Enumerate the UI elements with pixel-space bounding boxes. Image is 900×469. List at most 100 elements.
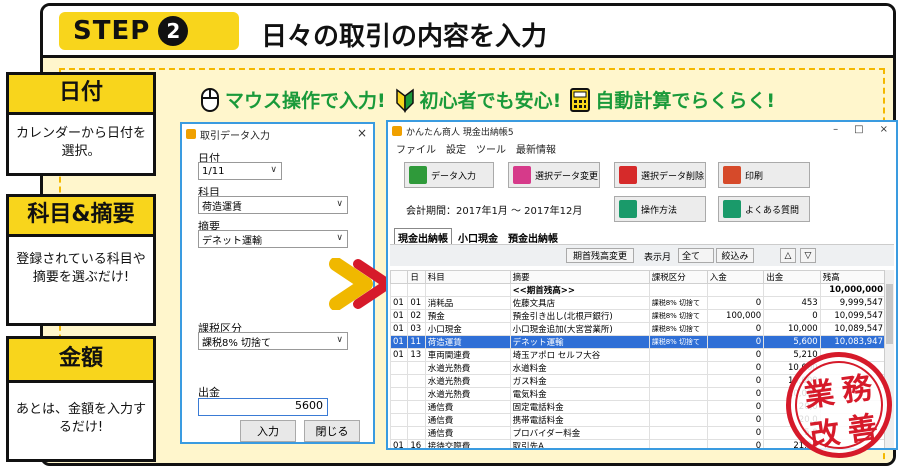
edit-icon — [513, 166, 531, 184]
table-cell: 16 — [407, 439, 426, 448]
feature-text: 初心者でも安心! — [419, 90, 562, 112]
table-cell: デネット運輸 — [509, 335, 650, 349]
button-label: 選択データ削除 — [641, 171, 705, 182]
button-label: 操作方法 — [641, 205, 678, 216]
label-amount-head: 金額 — [9, 339, 153, 383]
enter-button[interactable]: 入力 — [240, 420, 296, 442]
display-month-select[interactable]: 全て — [678, 248, 714, 263]
maximize-icon[interactable]: □ — [854, 124, 863, 135]
edit-selected-button[interactable]: 選択データ変更 — [508, 162, 600, 188]
table-cell: 0 — [706, 426, 765, 440]
table-cell: 10,000 — [763, 322, 821, 336]
close-icon[interactable]: × — [357, 126, 367, 140]
date-picker[interactable]: 1/11 ∨ — [198, 162, 282, 180]
table-cell — [407, 283, 426, 297]
filter-button[interactable]: 絞込み — [716, 248, 754, 263]
column-header[interactable]: 課税区分 — [648, 270, 708, 284]
table-row[interactable]: 01 01 消耗品 佐藤文具店 課税8% 切捨て 0 453 9,999,547 — [389, 296, 887, 310]
table-cell — [389, 387, 409, 401]
faq-button[interactable]: よくある質問 — [718, 196, 810, 222]
table-cell: 11 — [407, 335, 426, 349]
delete-selected-button[interactable]: 選択データ削除 — [614, 162, 706, 188]
minimize-icon[interactable]: – — [833, 124, 838, 135]
table-row[interactable]: 01 03 小口現金 小口現金追加(大宮営業所) 課税8% 切捨て 0 10,000 10,0… — [389, 322, 887, 336]
table-cell: 電気料金 — [509, 387, 650, 401]
move-down-button[interactable]: ▽ — [800, 248, 816, 263]
button-label: データ入力 — [431, 171, 477, 182]
question-icon — [723, 200, 741, 218]
column-header[interactable]: 摘要 — [509, 270, 650, 284]
opening-balance-button[interactable]: 期首残高変更 — [566, 248, 634, 263]
window-controls: – □ × — [833, 124, 888, 135]
table-cell: 課税8% 切捨て — [648, 335, 708, 349]
table-cell: 0 — [706, 296, 765, 310]
table-cell: 0 — [706, 400, 765, 414]
table-row[interactable]: 01 02 預金 預金引き出し(北根戸銀行) 課税8% 切捨て 100,000 0 10,09… — [389, 309, 887, 323]
beginner-leaf-icon — [395, 88, 414, 113]
table-cell: 01 — [389, 296, 409, 310]
table-cell: 小口現金 — [424, 322, 511, 336]
table-cell: 0 — [706, 387, 765, 401]
table-cell — [389, 413, 409, 427]
close-button[interactable]: 閉じる — [304, 420, 360, 442]
column-header[interactable]: 残高 — [819, 270, 887, 284]
table-cell: 埼玉アポロ セルフ大谷 — [509, 348, 650, 362]
table-cell: 13 — [407, 348, 426, 362]
table-cell: 01 — [389, 322, 409, 336]
label-subject: 科目&摘要 登録されている科目や摘要を選ぶだけ! — [6, 194, 156, 326]
table-cell: 預金 — [424, 309, 511, 323]
table-cell: 通信費 — [424, 400, 511, 414]
tax-value: 課税8% 切捨て — [202, 337, 272, 349]
table-cell: 固定電話料金 — [509, 400, 650, 414]
close-icon[interactable]: × — [880, 124, 888, 135]
column-header[interactable]: 科目 — [424, 270, 511, 284]
step-title: 日々の取引の内容を入力 — [261, 22, 548, 52]
label-subject-body: 登録されている科目や摘要を選ぶだけ! — [16, 252, 146, 285]
table-cell — [648, 361, 708, 375]
table-cell — [407, 426, 426, 440]
calculator-icon — [570, 87, 591, 112]
label-amount-body: あとは、金額を入力するだけ! — [15, 402, 146, 435]
table-cell — [648, 387, 708, 401]
subject-select[interactable]: 荷造運賃 ∨ — [198, 196, 348, 214]
column-header[interactable]: 日 — [407, 270, 426, 284]
table-cell — [706, 283, 765, 297]
table-cell — [407, 361, 426, 375]
column-header[interactable]: 入金 — [706, 270, 765, 284]
table-cell: 佐藤文具店 — [509, 296, 650, 310]
table-cell: 水道料金 — [509, 361, 650, 375]
table-cell — [389, 283, 409, 297]
table-cell: 0 — [706, 361, 765, 375]
table-cell: 0 — [706, 374, 765, 388]
summary-select[interactable]: デネット運輸 ∨ — [198, 230, 348, 248]
data-entry-button[interactable]: データ入力 — [404, 162, 494, 188]
tax-select[interactable]: 課税8% 切捨て ∨ — [198, 332, 348, 350]
how-to-button[interactable]: 操作方法 — [614, 196, 706, 222]
menu-settings[interactable]: 設定 — [446, 141, 466, 156]
amount-input[interactable]: 5600 — [198, 398, 328, 416]
table-cell: 03 — [407, 322, 426, 336]
menu-news[interactable]: 最新情報 — [516, 141, 556, 156]
table-row[interactable]: <<期首残高>> 10,000,000 — [389, 283, 887, 297]
menu-tools[interactable]: ツール — [476, 141, 506, 156]
menu-file[interactable]: ファイル — [396, 141, 436, 156]
table-cell — [648, 413, 708, 427]
move-up-button[interactable]: △ — [780, 248, 796, 263]
table-cell — [648, 400, 708, 414]
print-button[interactable]: 印刷 — [718, 162, 810, 188]
table-cell: 課税8% 切捨て — [648, 322, 708, 336]
column-header[interactable] — [389, 270, 409, 284]
scrollbar-thumb[interactable] — [886, 284, 893, 344]
table-cell: プロバイダー料金 — [509, 426, 650, 440]
table-cell: 0 — [763, 309, 821, 323]
table-cell — [648, 439, 708, 448]
column-header[interactable]: 出金 — [763, 270, 821, 284]
table-cell: 課税8% 切捨て — [648, 309, 708, 323]
step-badge: STEP 2 — [59, 12, 239, 50]
label-date-body: カレンダーから日付を選択。 — [15, 126, 146, 159]
dialog-titlebar: 取引データ入力 — [182, 124, 373, 144]
table-cell — [407, 413, 426, 427]
table-cell: 0 — [706, 335, 765, 349]
app-title: かんたん商人 現金出納帳5 — [406, 127, 514, 138]
table-row[interactable]: 01 11 荷造運賃 デネット運輸 課税8% 切捨て 0 5,600 10,083,947 — [389, 335, 887, 349]
